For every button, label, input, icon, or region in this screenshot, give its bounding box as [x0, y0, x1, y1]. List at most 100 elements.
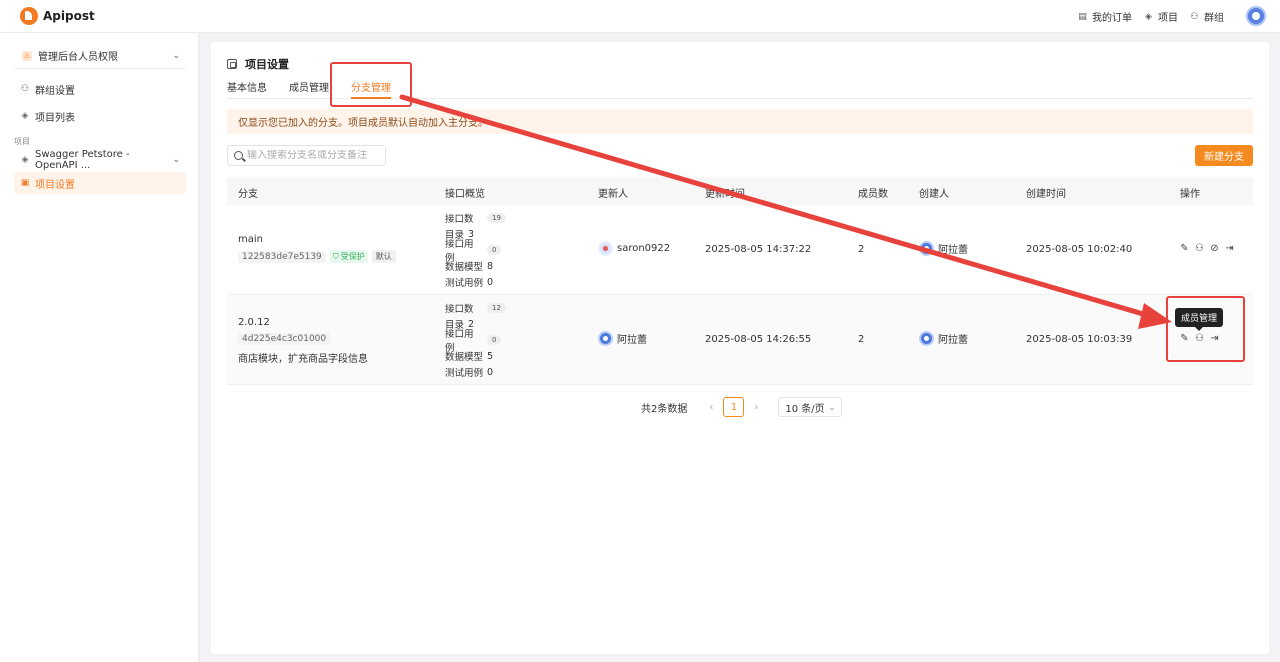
tab-members[interactable]: 成员管理: [289, 74, 329, 98]
app-logo[interactable]: Apipost: [20, 7, 95, 25]
api-overview: 接口数 12 目录 2 接口用例 0 数据模型 5 测试用例 0: [445, 300, 506, 380]
member-count: 2: [858, 244, 865, 255]
next-page-icon[interactable]: ›: [754, 402, 758, 413]
stat-line: 接口数 19: [445, 210, 506, 226]
members-icon[interactable]: ⚇: [1195, 243, 1204, 254]
unprotect-icon[interactable]: ⊘: [1210, 243, 1219, 254]
my-orders-label: 我的订单: [1092, 13, 1132, 24]
branch-meta: 4d225e4c3c01000: [238, 333, 368, 345]
creator-cell: 阿拉蕾: [919, 241, 968, 256]
clipboard-icon: ▤: [1078, 11, 1087, 22]
branch-hash: 122583de7e5139: [238, 250, 326, 263]
team-icon: ⚇: [20, 84, 30, 94]
shield-icon: ⛉: [332, 251, 339, 261]
protected-badge: ⛉ 受保护: [329, 250, 368, 263]
stat-value: 19: [487, 213, 506, 223]
exit-icon[interactable]: ⇥: [1225, 243, 1234, 254]
layers-icon: ◈: [21, 155, 29, 165]
stat-value: 0: [487, 276, 494, 288]
column-header: 创建人: [919, 189, 949, 200]
default-badge: 默认: [371, 250, 396, 263]
avatar: [598, 331, 613, 346]
member-count: 2: [858, 334, 865, 345]
stat-line: 接口用例 0: [445, 329, 506, 354]
chevron-down-icon: ⌄: [172, 155, 180, 165]
stat-line: 测试用例 0: [445, 364, 506, 380]
avatar: [598, 241, 613, 256]
search-input[interactable]: [247, 150, 377, 161]
sidebar-item-project-list[interactable]: ◈ 项目列表: [14, 105, 186, 127]
column-header: 操作: [1180, 189, 1200, 200]
table-row[interactable]: main 122583de7e5139 ⛉ 受保护 默认 接口数 19 目录 3 接口…: [227, 205, 1253, 295]
layers-icon: ◈: [21, 111, 29, 121]
notice-banner: 仅显示您已加入的分支。项目成员默认自动加入主分支。: [227, 109, 1253, 134]
stat-line: 数据模型 5: [445, 348, 506, 364]
column-header: 分支: [238, 189, 258, 200]
teams-label: 群组: [1204, 13, 1224, 24]
tooltip: 成员管理: [1175, 308, 1223, 331]
branch-name: main: [238, 234, 263, 245]
updated-time: 2025-08-05 14:37:22: [705, 244, 812, 255]
updater-name: 阿拉蕾: [617, 335, 647, 346]
chevron-down-icon: ⌄: [172, 50, 180, 61]
updater-name: saron0922: [617, 243, 671, 254]
stat-value: 0: [487, 366, 494, 378]
sidebar-item-project-settings[interactable]: ▣ 项目设置: [14, 172, 186, 194]
stat-line: 接口数 12: [445, 300, 506, 316]
column-header: 更新人: [598, 189, 628, 200]
api-overview: 接口数 19 目录 3 接口用例 0 数据模型 8 测试用例 0: [445, 210, 506, 290]
pagination: 共2条数据 ‹ 1 › 10 条/页 ⌄: [641, 397, 843, 417]
branch-cell: 2.0.12 4d225e4c3c01000 商店模块，扩充商品字段信息: [238, 317, 368, 365]
app-name: Apipost: [43, 9, 95, 23]
team-selector[interactable]: ⚠ 管理后台人员权限 ⌄: [14, 43, 186, 69]
page-size-select[interactable]: 10 条/页 ⌄: [778, 397, 843, 417]
stat-label: 数据模型: [445, 352, 484, 363]
creator-name: 阿拉蕾: [938, 245, 968, 256]
prev-page-icon[interactable]: ‹: [709, 402, 713, 413]
projects-label: 项目: [1158, 13, 1178, 24]
user-avatar[interactable]: [1246, 6, 1266, 26]
sidebar-item-label: 项目列表: [35, 112, 75, 124]
my-orders-link[interactable]: ▤ 我的订单: [1077, 9, 1132, 25]
created-time: 2025-08-05 10:02:40: [1026, 244, 1133, 255]
tab-highlight-box: [330, 62, 412, 107]
settings-icon: [227, 59, 237, 69]
branch-description: 商店模块，扩充商品字段信息: [238, 354, 368, 365]
updater-cell: 阿拉蕾: [598, 331, 647, 346]
creator-name: 阿拉蕾: [938, 335, 968, 346]
branch-hash: 4d225e4c3c01000: [238, 333, 331, 345]
column-header: 成员数: [858, 189, 888, 200]
chevron-down-icon: ⌄: [828, 402, 836, 412]
team-icon: ⚇: [1190, 11, 1199, 22]
stat-value: 5: [487, 350, 494, 362]
sidebar-item-label: 群组设置: [35, 85, 75, 97]
branch-name: 2.0.12: [238, 317, 270, 328]
page-size-label: 10 条/页: [785, 403, 825, 415]
stat-value: 0: [487, 245, 502, 255]
sidebar-item-label: 项目设置: [35, 179, 75, 191]
stat-line: 数据模型 8: [445, 258, 506, 274]
updater-cell: saron0922: [598, 241, 670, 256]
sidebar-item-label: Swagger Petstore - OpenAPI ...: [35, 149, 130, 171]
new-branch-button[interactable]: 新建分支: [1195, 145, 1253, 166]
sidebar-item-team-settings[interactable]: ⚇ 群组设置: [14, 78, 186, 100]
teams-link[interactable]: ⚇ 群组: [1189, 9, 1224, 25]
sidebar-item-project[interactable]: ◈ Swagger Petstore - OpenAPI ... ⌄: [14, 149, 186, 171]
stat-value: 12: [487, 303, 506, 313]
projects-link[interactable]: ◈ 项目: [1143, 9, 1178, 25]
page-button[interactable]: 1: [723, 397, 745, 417]
protected-badge-label: 受保护: [340, 252, 365, 261]
actions-highlight-box: [1166, 296, 1245, 362]
search-box[interactable]: [227, 145, 386, 166]
top-bar: Apipost ▤ 我的订单 ◈ 项目 ⚇ 群组: [0, 0, 1280, 33]
creator-cell: 阿拉蕾: [919, 331, 968, 346]
search-icon: [234, 151, 243, 160]
stat-label: 接口数: [445, 214, 474, 225]
tab-basic-info[interactable]: 基本信息: [227, 74, 267, 98]
total-count: 共2条数据: [641, 403, 688, 415]
avatar: [919, 241, 934, 256]
edit-icon[interactable]: ✎: [1180, 243, 1189, 254]
table-row[interactable]: 2.0.12 4d225e4c3c01000 商店模块，扩充商品字段信息 接口数…: [227, 295, 1253, 385]
branch-meta: 122583de7e5139 ⛉ 受保护 默认: [238, 250, 396, 263]
stat-label: 接口数: [445, 304, 474, 315]
